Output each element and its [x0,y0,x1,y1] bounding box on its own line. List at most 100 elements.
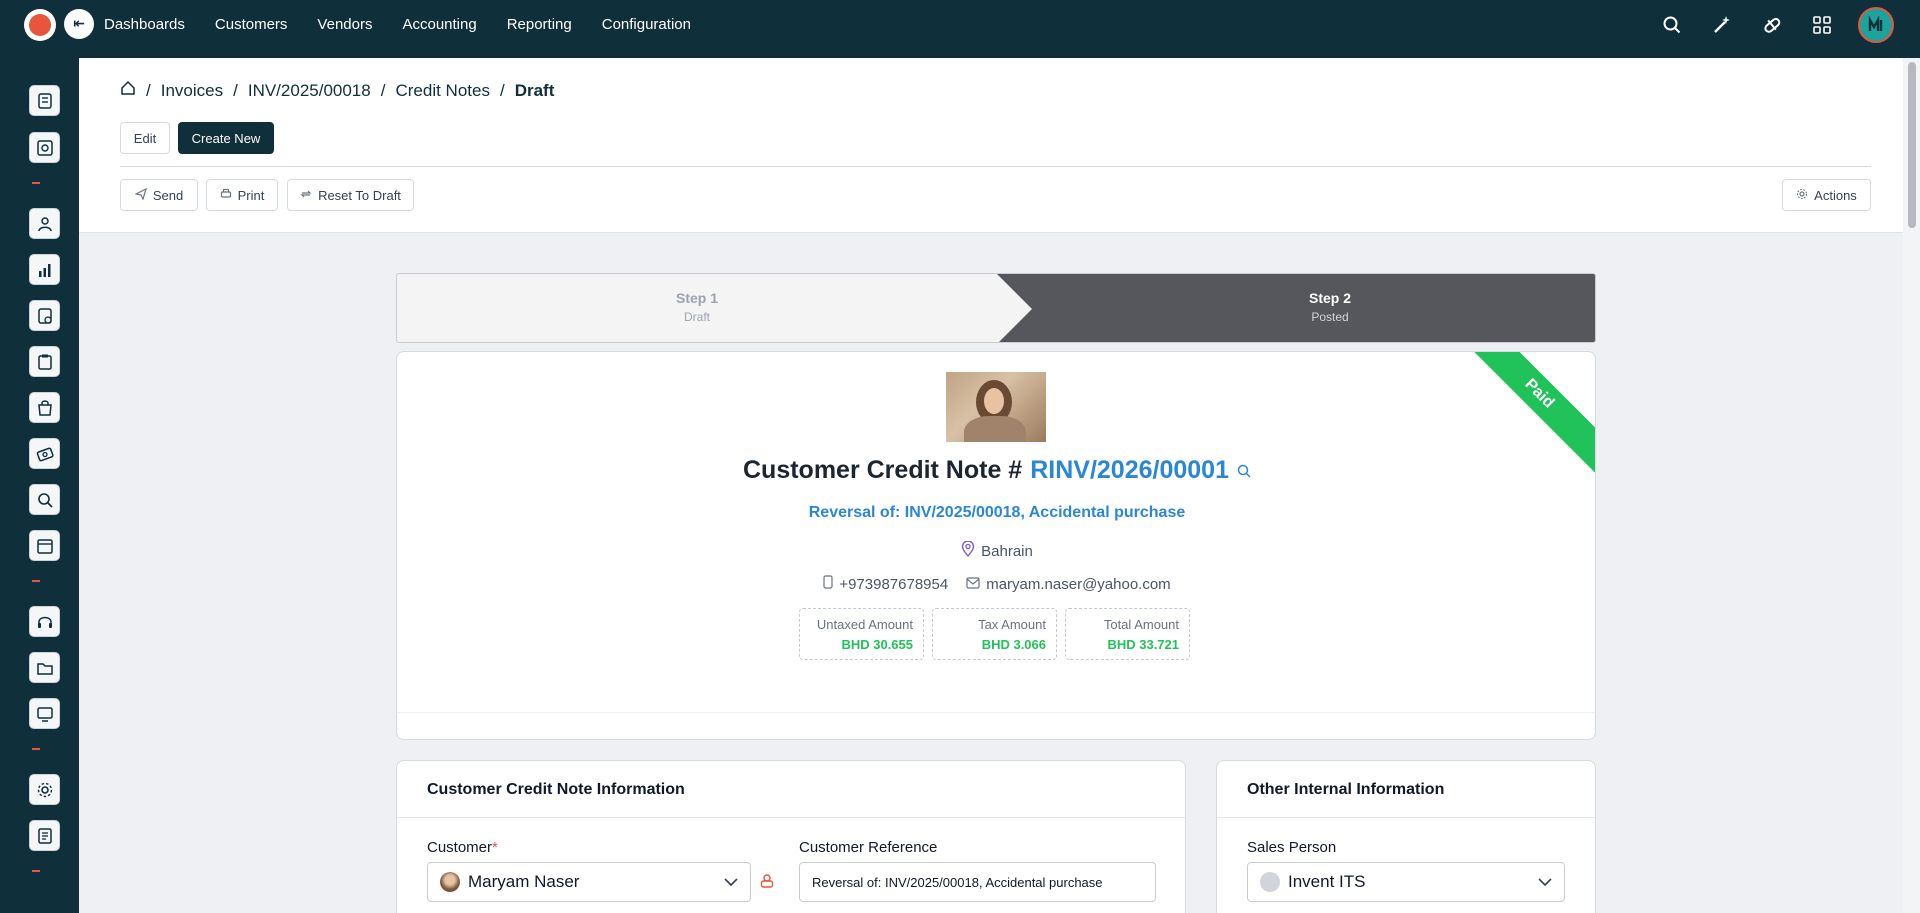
customer-select[interactable]: Maryam Naser [427,862,751,902]
send-button[interactable]: Send [120,179,198,211]
other-internal-information-card: Other Internal Information Sales Person … [1216,760,1596,913]
customer-reference-input[interactable]: Reversal of: INV/2025/00018, Accidental … [799,862,1156,902]
info-card-divider [397,817,1185,818]
sidebar-separator [32,870,40,872]
location-text: Bahrain [981,542,1033,560]
create-new-button[interactable]: Create New [178,122,274,154]
step-2-subtitle: Posted [1311,310,1349,324]
credit-note-number[interactable]: RINV/2026/00001 [1030,456,1229,485]
reset-button-label: Reset To Draft [318,187,401,203]
sidebar-settings-icon[interactable] [29,774,60,805]
sidebar-clipboard-icon[interactable] [29,346,60,377]
customer-select-value: Maryam Naser [468,872,580,891]
header-divider [120,166,1871,167]
sidebar-headset-icon[interactable] [29,606,60,637]
customer-badge-icon[interactable] [759,873,775,893]
untaxed-amount-value: BHD 30.655 [841,637,913,652]
sidebar-quote-icon[interactable] [29,300,60,331]
phone-contact[interactable]: +973987678954 [823,575,948,593]
search-icon[interactable] [1658,11,1686,39]
customer-avatar [440,872,460,892]
breadcrumb-credit-notes[interactable]: Credit Notes [395,81,489,101]
reversal-reference[interactable]: Reversal of: INV/2025/00018, Accidental … [397,504,1595,522]
left-sidebar [0,58,79,913]
breadcrumb-invoices[interactable]: Invoices [161,81,223,101]
nav-configuration[interactable]: Configuration [602,16,691,33]
nav-customers[interactable]: Customers [215,16,288,33]
breadcrumb-separator: / [233,80,238,100]
sidebar-bag-icon[interactable] [29,392,60,423]
sales-person-avatar [1260,872,1280,892]
customer-reference-label: Customer Reference [799,839,938,856]
main-nav: Dashboards Customers Vendors Accounting … [104,0,691,48]
breadcrumb-invoice-number[interactable]: INV/2025/00018 [248,81,371,101]
repeat-icon [300,188,312,203]
photo-face [984,388,1004,414]
tax-amount-label: Tax Amount [978,617,1046,632]
breadcrumb-current: Draft [514,80,555,100]
sidebar-separator [32,182,40,184]
step-1[interactable]: Step 1 Draft [547,290,847,324]
nav-dashboards[interactable]: Dashboards [104,16,185,33]
home-icon[interactable] [120,80,136,101]
tax-amount-value: BHD 3.066 [981,637,1046,652]
breadcrumb-separator: / [146,80,151,100]
printer-icon [220,188,232,203]
customer-reference-value: Reversal of: INV/2025/00018, Accidental … [812,874,1103,890]
sidebar-module-2-icon[interactable] [29,132,60,163]
customer-label-text: Customer [427,839,493,856]
nav-vendors[interactable]: Vendors [317,16,372,33]
actions-button[interactable]: Actions [1782,179,1871,211]
nav-reporting[interactable]: Reporting [507,16,572,33]
sidebar-monitor-icon[interactable] [29,698,60,729]
collapse-icon: ⇤ [73,16,85,32]
pill-icon[interactable] [1758,11,1786,39]
customer-photo [946,372,1046,442]
sidebar-folder-icon[interactable] [29,652,60,683]
print-button[interactable]: Print [206,179,278,211]
step-1-subtitle: Draft [683,310,710,324]
step-2[interactable]: Step 2 Posted [1180,290,1480,324]
email-contact[interactable]: maryam.naser@yahoo.com [966,576,1171,593]
required-marker: * [492,839,498,856]
sidebar-separator [32,748,40,750]
phone-text: +973987678954 [839,575,949,593]
logo-mark [29,14,51,36]
sidebar-chart-icon[interactable] [29,254,60,285]
summary-footer-divider [397,712,1595,713]
credit-note-summary-card: Paid Customer Credit Note # RINV/2026/00… [396,351,1596,740]
top-actions [1658,7,1894,43]
sidebar-module-3-icon[interactable] [29,208,60,239]
nav-accounting[interactable]: Accounting [402,16,476,33]
search-icon[interactable] [1237,456,1251,485]
scrollbar-thumb[interactable] [1908,62,1916,228]
sidebar-banknote-icon[interactable] [29,438,60,469]
magic-wand-icon[interactable] [1708,11,1736,39]
sales-person-select[interactable]: Invent ITS [1247,862,1565,902]
customer-label: Customer* [427,839,498,856]
sidebar-calendar-icon[interactable] [29,530,60,561]
sidebar-module-1-icon[interactable] [29,85,60,116]
total-amount-box: Total Amount BHD 33.721 [1065,608,1190,660]
sales-person-label: Sales Person [1247,839,1337,856]
user-avatar[interactable] [1858,7,1894,43]
app-logo[interactable] [24,9,56,41]
breadcrumb-separator: / [380,80,386,100]
customer-contacts: +973987678954 maryam.naser@yahoo.com [397,575,1595,593]
collapse-sidebar-button[interactable]: ⇤ [64,9,94,39]
page-header: / Invoices / INV/2025/00018 / Credit Not… [79,58,1903,233]
gear-icon [1796,188,1808,203]
breadcrumb: / Invoices / INV/2025/00018 / Credit Not… [120,80,554,101]
internal-card-title: Other Internal Information [1247,781,1445,798]
create-new-button-label: Create New [191,130,261,146]
sidebar-document-icon[interactable] [29,820,60,851]
apps-grid-icon[interactable] [1808,11,1836,39]
reset-to-draft-button[interactable]: Reset To Draft [287,179,414,211]
customer-location: Bahrain [397,540,1595,561]
edit-button[interactable]: Edit [120,122,170,154]
send-icon [133,187,147,203]
total-amount-value: BHD 33.721 [1107,637,1179,652]
sidebar-magnifier-icon[interactable] [29,484,60,515]
map-pin-icon [961,540,975,561]
sidebar-separator [32,580,40,582]
